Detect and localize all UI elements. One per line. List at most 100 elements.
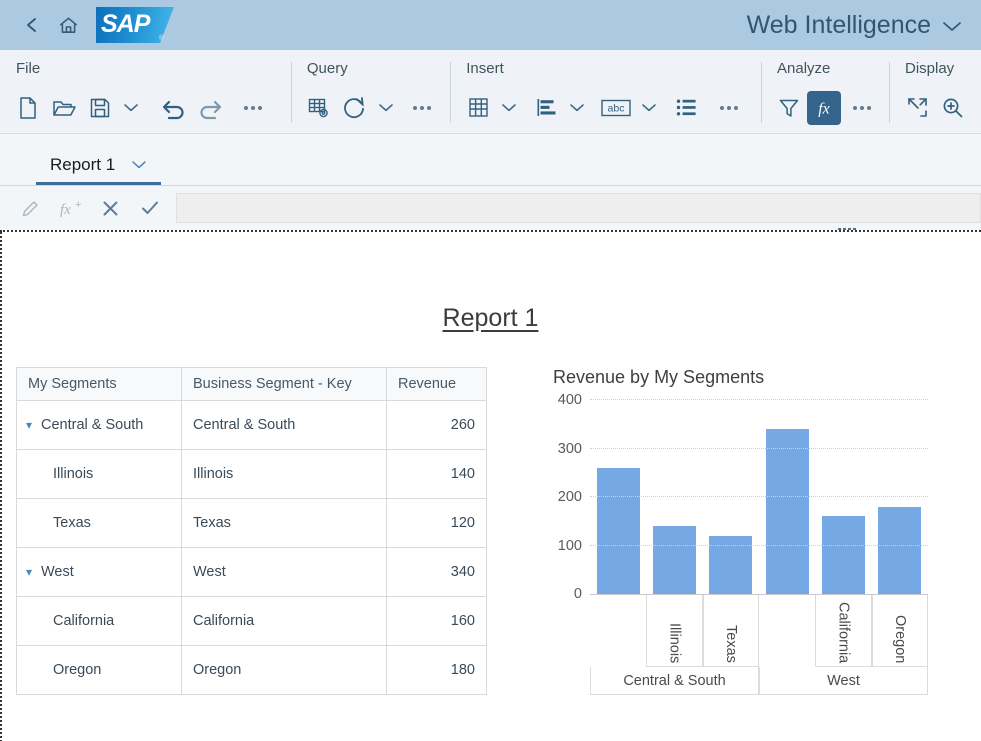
revenue-bar-chart[interactable]: Revenue by My Segments 400 300 200 100 0 Ill… xyxy=(540,367,932,695)
cell-revenue[interactable]: 180 xyxy=(386,644,487,696)
product-title: Web Intelligence xyxy=(746,10,931,39)
tab-report-1-label: Report 1 xyxy=(50,155,116,174)
report-canvas[interactable]: Report 1 My Segments Business Segment - … xyxy=(0,230,981,741)
fx-formula-icon[interactable]: fx xyxy=(807,90,841,125)
report-heading: Report 1 xyxy=(442,304,539,332)
table-row[interactable]: California California 160 xyxy=(16,595,487,646)
product-title-menu[interactable]: Web Intelligence xyxy=(747,11,967,40)
cell-revenue[interactable]: 340 xyxy=(386,546,487,597)
cell-business-segment-key[interactable]: Texas xyxy=(181,497,387,548)
cell-my-segment[interactable]: ▾ West xyxy=(16,546,182,597)
tab-report-1[interactable]: Report 1 xyxy=(36,155,162,185)
svg-text:fx: fx xyxy=(60,202,71,218)
cell-revenue[interactable]: 120 xyxy=(386,497,487,548)
pencil-icon[interactable] xyxy=(10,193,50,223)
cell-business-segment-key[interactable]: Oregon xyxy=(181,644,387,696)
chart-bar-slot xyxy=(590,400,646,594)
close-x-icon[interactable] xyxy=(90,193,130,223)
shell-bar: SAP ® Web Intelligence xyxy=(0,0,981,50)
chevron-down-icon[interactable] xyxy=(636,89,662,127)
cell-revenue[interactable]: 160 xyxy=(386,595,487,646)
chart-y-tick-label: 200 xyxy=(557,489,582,505)
chart-x-sublabel-cell: Illinois xyxy=(646,595,703,667)
cell-my-segment[interactable]: Oregon xyxy=(16,644,182,696)
table-header-revenue[interactable]: Revenue xyxy=(386,367,487,401)
back-chevron-icon[interactable] xyxy=(14,7,50,43)
chart-x-sublabel: Oregon xyxy=(891,614,908,663)
redo-arrow-icon[interactable] xyxy=(192,89,228,127)
chevron-down-icon[interactable]: ▾ xyxy=(26,418,41,432)
table-row[interactable]: Oregon Oregon 180 xyxy=(16,644,487,696)
floppy-save-icon[interactable] xyxy=(82,89,118,127)
cell-my-segment[interactable]: Texas xyxy=(16,497,182,548)
table-header-business-segment-key[interactable]: Business Segment - Key xyxy=(181,367,387,401)
table-row[interactable]: Texas Texas 120 xyxy=(16,497,487,548)
chart-bar-slot xyxy=(872,400,928,594)
chart-bar-slot xyxy=(815,400,871,594)
chart-bar[interactable] xyxy=(878,506,922,594)
chart-x-group-label: West xyxy=(759,667,928,695)
formula-input[interactable] xyxy=(176,193,981,223)
cell-business-segment-key[interactable]: Illinois xyxy=(181,448,387,499)
cell-revenue[interactable]: 140 xyxy=(386,448,487,499)
chart-x-sublabel: Illinois xyxy=(666,622,683,663)
bullet-list-icon[interactable] xyxy=(668,89,704,127)
magnifier-plus-icon[interactable] xyxy=(935,89,971,127)
table-row[interactable]: Illinois Illinois 140 xyxy=(16,448,487,499)
table-row[interactable]: ▾ Central & South Central & South 260 xyxy=(16,399,487,450)
abc-textbox-icon[interactable]: abc xyxy=(596,89,636,127)
cell-business-segment-key[interactable]: West xyxy=(181,546,387,597)
home-icon[interactable] xyxy=(50,7,86,43)
chart-x-sublabel: California xyxy=(835,601,852,663)
chart-bar[interactable] xyxy=(653,526,696,594)
undo-arrow-icon[interactable] xyxy=(156,89,192,127)
table-grid-icon[interactable] xyxy=(460,89,496,127)
cell-business-segment-key[interactable]: Central & South xyxy=(181,399,387,450)
chevron-down-icon[interactable] xyxy=(941,11,963,40)
cell-my-segment[interactable]: California xyxy=(16,595,182,646)
funnel-filter-icon[interactable] xyxy=(771,89,807,127)
more-dots-icon[interactable] xyxy=(712,89,746,127)
cell-business-segment-key[interactable]: California xyxy=(181,595,387,646)
cell-my-segment[interactable]: ▾ Central & South xyxy=(16,399,182,450)
checkmark-icon[interactable] xyxy=(130,193,170,223)
cell-revenue[interactable]: 260 xyxy=(386,399,487,450)
more-dots-icon[interactable] xyxy=(236,89,270,127)
chart-bars xyxy=(590,400,928,594)
expand-fullscreen-icon[interactable] xyxy=(899,89,935,127)
svg-text:fx: fx xyxy=(818,100,830,117)
ribbon-group-file-title: File xyxy=(16,60,41,77)
chevron-down-icon[interactable] xyxy=(118,89,144,127)
chart-gridline: 400 xyxy=(558,392,928,408)
chart-bar-slot xyxy=(703,400,759,594)
chart-x-sublabel-cell: Texas xyxy=(702,595,759,667)
chart-bar[interactable] xyxy=(765,429,809,594)
chart-bar-slot xyxy=(646,400,702,594)
table-header-my-segments[interactable]: My Segments xyxy=(16,367,182,401)
fx-plus-icon[interactable]: fx + xyxy=(50,193,90,223)
bar-chart-icon[interactable] xyxy=(528,89,564,127)
chart-bar[interactable] xyxy=(596,467,640,594)
more-dots-icon[interactable] xyxy=(405,89,439,127)
report-table[interactable]: My Segments Business Segment - Key Reven… xyxy=(16,367,487,696)
folder-open-icon[interactable] xyxy=(46,89,82,127)
chevron-down-icon[interactable] xyxy=(131,155,147,175)
query-grid-gear-icon[interactable] xyxy=(301,89,337,127)
svg-text:+: + xyxy=(75,199,81,211)
cell-my-segment[interactable]: Illinois xyxy=(16,448,182,499)
document-icon[interactable] xyxy=(10,89,46,127)
chevron-down-icon[interactable] xyxy=(564,89,590,127)
chart-x-sublabel-cell xyxy=(590,595,646,667)
chevron-down-icon[interactable]: ▾ xyxy=(26,565,41,579)
chart-bar[interactable] xyxy=(822,516,865,594)
more-dots-icon[interactable] xyxy=(845,89,879,127)
chevron-down-icon[interactable] xyxy=(373,89,399,127)
table-header-row: My Segments Business Segment - Key Reven… xyxy=(16,367,487,401)
ribbon-group-query: Query xyxy=(290,50,450,133)
table-row[interactable]: ▾ West West 340 xyxy=(16,546,487,597)
chart-plot-area: 400 300 200 100 0 xyxy=(558,392,928,602)
chart-x-sublabel-cell xyxy=(759,595,815,667)
chevron-down-icon[interactable] xyxy=(496,89,522,127)
chart-x-group-label: Central & South xyxy=(590,667,759,695)
refresh-circle-icon[interactable] xyxy=(337,89,373,127)
